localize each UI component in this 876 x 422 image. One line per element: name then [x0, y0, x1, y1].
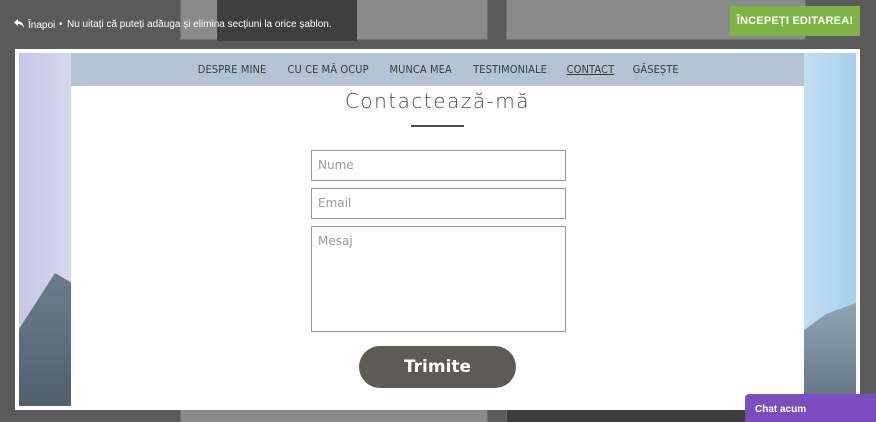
- submit-button[interactable]: Trimite: [359, 346, 516, 388]
- start-editing-button[interactable]: ÎNCEPEȚI EDITAREA!: [730, 6, 860, 36]
- chat-now-button[interactable]: Chat acum: [745, 394, 876, 422]
- nav-item-testimoniale[interactable]: TESTIMONIALE: [473, 63, 547, 76]
- name-field[interactable]: Nume: [311, 150, 566, 181]
- nav-item-munca-mea[interactable]: MUNCA MEA: [390, 63, 452, 76]
- message-field[interactable]: Mesaj: [311, 226, 566, 332]
- preview-topbar: Înapoi • Nu uitați că puteți adăuga și e…: [0, 0, 876, 48]
- back-label: Înapoi: [28, 19, 56, 31]
- separator-dot: •: [59, 19, 63, 30]
- nav-item-cu-ce-ma-ocup[interactable]: CU CE MĂ OCUP: [288, 63, 369, 76]
- nav-item-gaseste[interactable]: GĂSEȘTE: [632, 63, 678, 76]
- nav-item-despre-mine[interactable]: DESPRE MINE: [198, 63, 267, 76]
- nav-item-contact[interactable]: CONTACT: [566, 63, 614, 76]
- background-mountain-right: [796, 303, 856, 406]
- title-underline: [411, 125, 464, 127]
- contact-title: Contactează-mă: [344, 89, 531, 113]
- preview-canvas: DESPRE MINE CU CE MĂ OCUP MUNCA MEA TEST…: [19, 53, 856, 406]
- site-nav: DESPRE MINE CU CE MĂ OCUP MUNCA MEA TEST…: [71, 53, 804, 86]
- back-link[interactable]: Înapoi: [14, 19, 55, 31]
- background-mountain-left: [19, 273, 79, 406]
- site-content: DESPRE MINE CU CE MĂ OCUP MUNCA MEA TEST…: [71, 53, 804, 406]
- hint-text: Nu uitați că puteți adăuga și elimina se…: [67, 19, 332, 30]
- reply-arrow-icon: [14, 19, 24, 31]
- email-field[interactable]: Email: [311, 188, 566, 219]
- template-preview-frame: DESPRE MINE CU CE MĂ OCUP MUNCA MEA TEST…: [15, 49, 860, 410]
